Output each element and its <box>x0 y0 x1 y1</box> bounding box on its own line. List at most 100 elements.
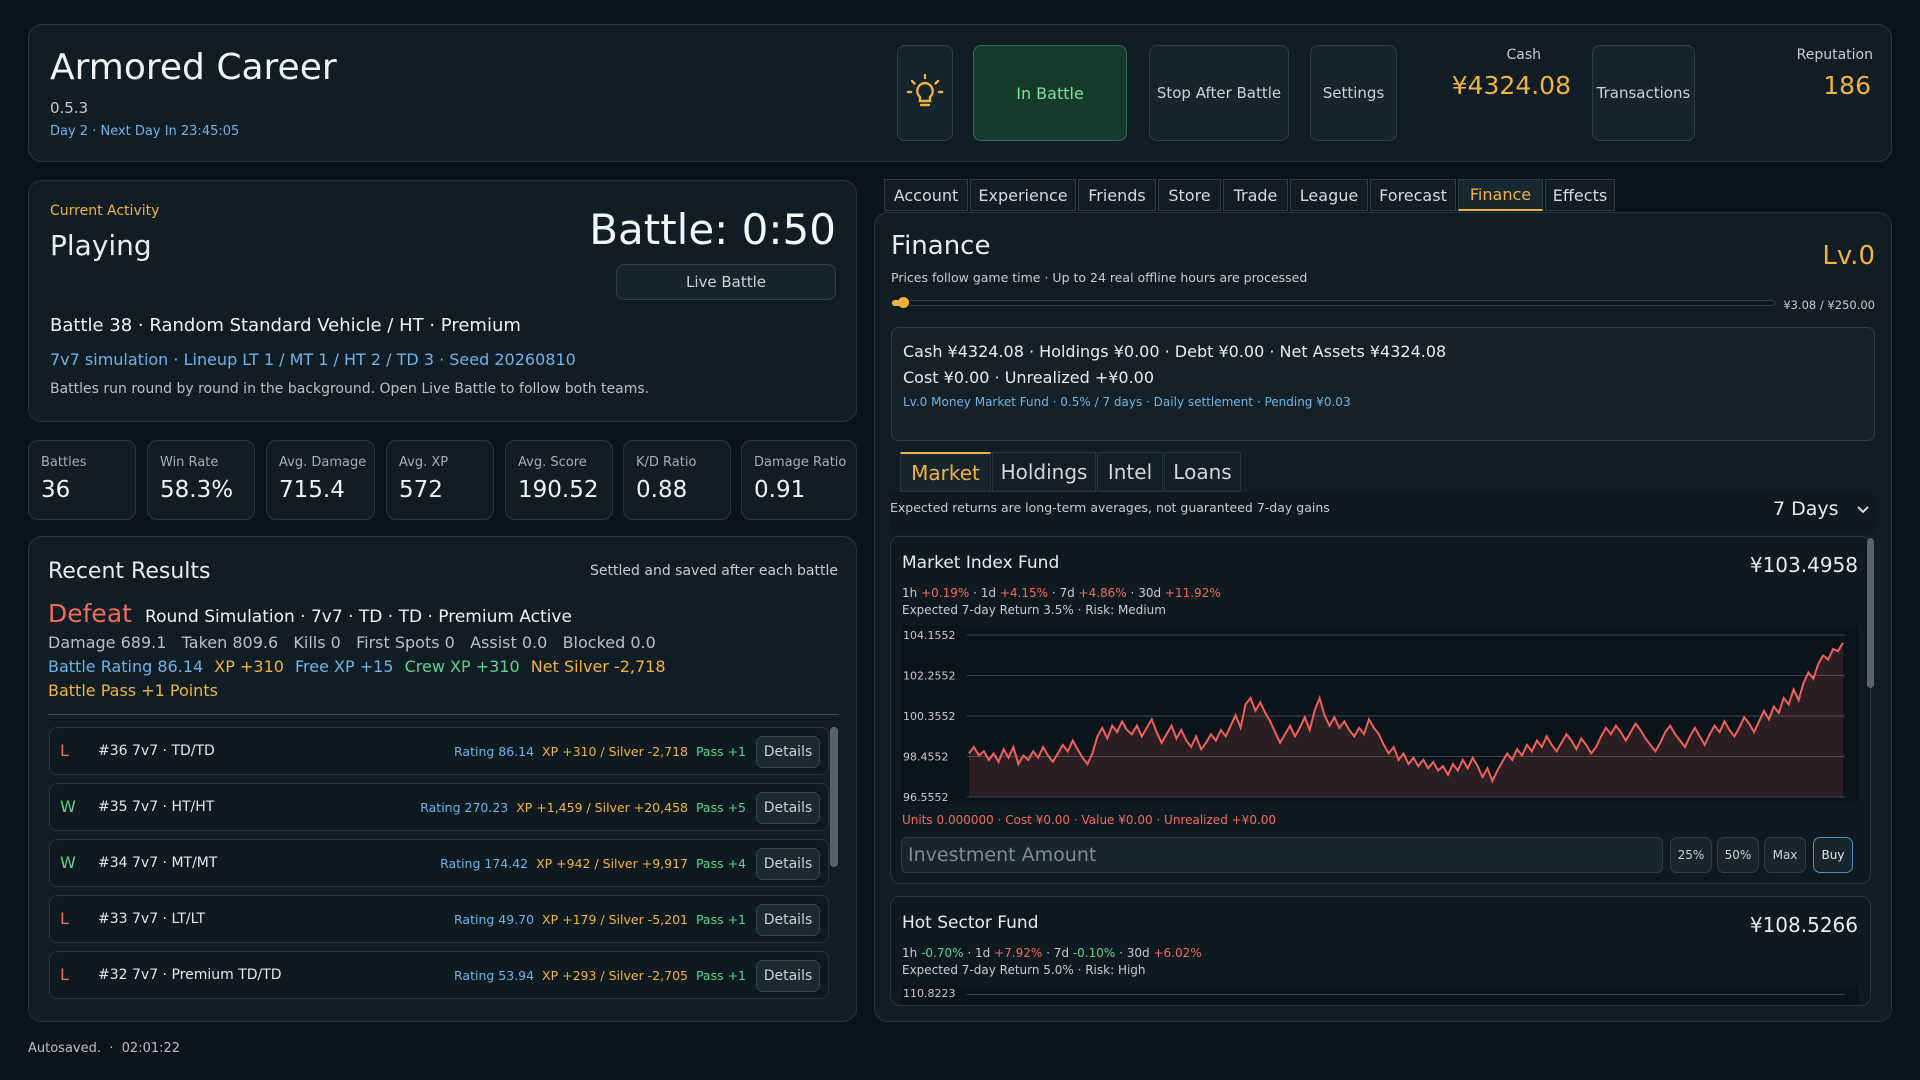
details-button[interactable]: Details <box>756 904 820 936</box>
divider <box>48 714 839 715</box>
simulation-line: 7v7 simulation · Lineup LT 1 / MT 1 / HT… <box>50 350 576 369</box>
transactions-button[interactable]: Transactions <box>1592 45 1695 141</box>
y-tick-label: 100.3552 <box>903 710 956 723</box>
amount-50-button[interactable]: 50% <box>1717 837 1759 873</box>
activity-note: Battles run round by round in the backgr… <box>50 381 650 397</box>
finance-title: Finance <box>891 231 991 261</box>
stat-damage-ratio: Damage Ratio 0.91 <box>741 440 857 520</box>
tab-finance[interactable]: Finance <box>1458 179 1543 211</box>
finance-subtitle: Prices follow game time · Up to 24 real … <box>891 270 1308 285</box>
in-battle-button[interactable]: In Battle <box>973 45 1127 141</box>
app-title: Armored Career <box>50 47 337 88</box>
latest-stats-line: Damage 689.1 Taken 809.6 Kills 0 First S… <box>48 633 656 652</box>
fund-chart-area: 110.8223 <box>901 985 1859 1005</box>
subtab-intel[interactable]: Intel <box>1097 452 1163 492</box>
stat-avg-damage: Avg. Damage 715.4 <box>266 440 375 520</box>
fund-card-market-index: Market Index Fund ¥103.4958 1h +0.19% · … <box>890 536 1871 884</box>
details-button[interactable]: Details <box>756 848 820 880</box>
current-activity-panel: Current Activity Playing Battle: 0:50 Li… <box>28 180 857 422</box>
stat-avg-score: Avg. Score 190.52 <box>505 440 613 520</box>
market-note: Expected returns are long-term averages,… <box>890 500 1330 515</box>
outcome-mode: Round Simulation · 7v7 · TD · TD · Premi… <box>145 607 572 627</box>
details-button[interactable]: Details <box>756 960 820 992</box>
tab-trade[interactable]: Trade <box>1223 179 1288 211</box>
result-row: W #35 7v7 · HT/HT Rating 270.23 XP +1,45… <box>49 783 829 831</box>
series-area <box>969 642 1843 797</box>
stat-avg-xp: Avg. XP 572 <box>386 440 494 520</box>
stat-win-rate: Win Rate 58.3% <box>147 440 255 520</box>
tab-account[interactable]: Account <box>884 179 968 211</box>
latest-rewards-line: Battle Rating 86.14 XP +310 Free XP +15 … <box>48 657 666 676</box>
gridline <box>967 994 1845 995</box>
market-toolbar: Expected returns are long-term averages,… <box>890 492 1875 534</box>
battle-line: Battle 38 · Random Standard Vehicle / HT… <box>50 315 521 336</box>
results-subtitle: Settled and saved after each battle <box>590 563 838 579</box>
fund-position: Units 0.000000 · Cost ¥0.00 · Value ¥0.0… <box>902 813 1277 827</box>
finance-level: Lv.0 <box>1822 241 1875 271</box>
lightbulb-icon <box>906 73 944 107</box>
fund-price: ¥108.5266 <box>1749 913 1858 937</box>
details-button[interactable]: Details <box>756 792 820 824</box>
hint-button[interactable] <box>897 45 953 141</box>
recent-results-panel: Recent Results Settled and saved after e… <box>28 536 857 1022</box>
activity-status: Playing <box>50 229 152 262</box>
amount-25-button[interactable]: 25% <box>1670 837 1712 873</box>
top-bar: Armored Career 0.5.3 Day 2 · Next Day In… <box>28 24 1892 162</box>
activity-label: Current Activity <box>50 203 160 219</box>
y-tick-label: 102.2552 <box>903 670 956 683</box>
result-row: L #36 7v7 · TD/TD Rating 86.14 XP +310 /… <box>49 727 829 775</box>
reputation-label: Reputation <box>1796 47 1873 63</box>
fund-chart-area: 104.1552 102.2552 100.3552 98.4552 96.5552 <box>901 625 1859 804</box>
cash-value: ¥4324.08 <box>1451 71 1571 100</box>
version-label: 0.5.3 <box>50 99 89 117</box>
y-tick-label: 98.4552 <box>903 751 949 764</box>
amount-max-button[interactable]: Max <box>1764 837 1806 873</box>
tab-friends[interactable]: Friends <box>1078 179 1156 211</box>
autosave-status: Autosaved. · 02:01:22 <box>28 1041 181 1056</box>
outcome-label: Defeat <box>48 599 132 628</box>
fund-performance: 1h +0.19% · 1d +4.15% · 7d +4.86% · 30d … <box>902 586 1221 600</box>
subtab-market[interactable]: Market <box>900 452 991 492</box>
period-select[interactable]: 7 Days <box>1765 494 1875 526</box>
stat-kd-ratio: K/D Ratio 0.88 <box>623 440 731 520</box>
tab-experience[interactable]: Experience <box>970 179 1076 211</box>
day-info: Day 2 · Next Day In 23:45:05 <box>50 124 240 139</box>
result-row: L #32 7v7 · Premium TD/TD Rating 53.94 X… <box>49 951 829 999</box>
tab-store[interactable]: Store <box>1158 179 1221 211</box>
tab-effects[interactable]: Effects <box>1545 179 1615 211</box>
buy-button[interactable]: Buy <box>1813 837 1853 873</box>
investment-amount-input[interactable]: Investment Amount <box>901 837 1663 873</box>
chevron-down-icon <box>1857 506 1869 514</box>
level-progress-bar <box>891 297 1775 308</box>
y-tick-label: 104.1552 <box>903 629 956 642</box>
fund-expected: Expected 7-day Return 3.5% · Risk: Mediu… <box>902 603 1166 617</box>
latest-result-header: Defeat Round Simulation · 7v7 · TD · TD … <box>48 599 572 628</box>
y-tick-label: 96.5552 <box>903 791 949 803</box>
fund-name: Market Index Fund <box>902 553 1060 573</box>
finance-scrollbar[interactable] <box>1867 538 1874 688</box>
live-battle-button[interactable]: Live Battle <box>616 264 836 300</box>
details-button[interactable]: Details <box>756 736 820 768</box>
subtab-holdings[interactable]: Holdings <box>992 452 1096 492</box>
result-row: W #34 7v7 · MT/MT Rating 174.42 XP +942 … <box>49 839 829 887</box>
result-row: L #33 7v7 · LT/LT Rating 49.70 XP +179 /… <box>49 895 829 943</box>
subtab-loans[interactable]: Loans <box>1164 452 1241 492</box>
results-title: Recent Results <box>48 559 211 584</box>
fund-card-hot-sector: Hot Sector Fund ¥108.5266 1h -0.70% · 1d… <box>890 896 1871 1006</box>
results-scrollbar[interactable] <box>830 727 838 867</box>
settings-button[interactable]: Settings <box>1310 45 1397 141</box>
stat-battles: Battles 36 <box>28 440 136 520</box>
fund-name: Hot Sector Fund <box>902 913 1039 933</box>
y-tick-label: 110.8223 <box>903 987 956 1000</box>
fund-expected: Expected 7-day Return 5.0% · Risk: High <box>902 963 1146 977</box>
fund-performance: 1h -0.70% · 1d +7.92% · 7d -0.10% · 30d … <box>902 946 1202 960</box>
cash-label: Cash <box>1506 47 1541 63</box>
battle-pass-line: Battle Pass +1 Points <box>48 681 218 700</box>
fund-price: ¥103.4958 <box>1749 553 1858 577</box>
finance-summary: Cash ¥4324.08 · Holdings ¥0.00 · Debt ¥0… <box>891 327 1875 441</box>
stop-after-battle-button[interactable]: Stop After Battle <box>1149 45 1289 141</box>
tab-forecast[interactable]: Forecast <box>1370 179 1456 211</box>
tab-league[interactable]: League <box>1290 179 1368 211</box>
level-progress-text: ¥3.08 / ¥250.00 <box>1783 298 1875 312</box>
price-chart: 104.1552 102.2552 100.3552 98.4552 96.5552 <box>903 629 1845 804</box>
